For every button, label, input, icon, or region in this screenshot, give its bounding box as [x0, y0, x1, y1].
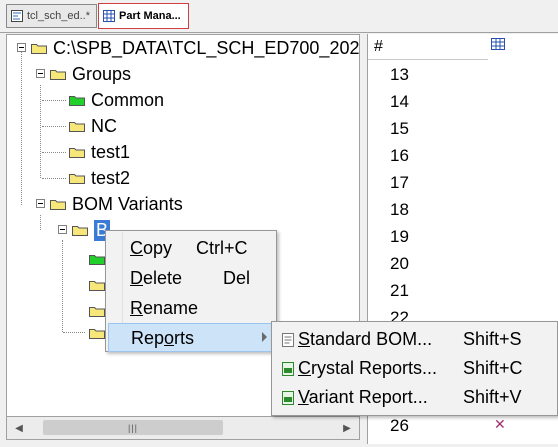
tree-node-groups-label: Groups: [72, 63, 132, 84]
reports-submenu: Standard BOM... Shift+S Crystal Reports.…: [271, 321, 558, 416]
folder-icon: [69, 122, 85, 132]
menu-item-label: Variant Report...: [298, 387, 428, 407]
grid-icon: [103, 10, 115, 22]
tree-node-bom-variants-label: BOM Variants: [72, 193, 183, 214]
tree-horizontal-scrollbar[interactable]: ◀ ||| ▶: [6, 416, 360, 440]
folder-icon: [89, 329, 105, 339]
grid-row-number[interactable]: 16: [390, 146, 450, 170]
tree-connector: [40, 215, 41, 230]
folder-icon: [69, 148, 85, 158]
scroll-left-icon[interactable]: ◀: [9, 417, 29, 439]
tree-collapse-toggle[interactable]: [36, 69, 45, 78]
tree-node-bom-variants[interactable]: BOM Variants: [50, 192, 183, 216]
menu-item-label: Reports: [131, 328, 195, 348]
tree-connector: [42, 100, 66, 101]
tree-node-group[interactable]: test2: [69, 166, 130, 190]
variant-report-icon: [282, 391, 294, 405]
grid-row-number[interactable]: 19: [390, 227, 450, 251]
tab-schematic-label: tcl_sch_ed..*: [27, 10, 90, 22]
tree-collapse-toggle[interactable]: [17, 43, 26, 52]
tab-part-manager-label: Part Mana...: [119, 10, 181, 22]
tree-connector: [40, 85, 41, 178]
tree-connector: [42, 126, 66, 127]
folder-icon: [69, 174, 85, 184]
tree-collapse-toggle[interactable]: [36, 199, 45, 208]
menu-item-shortcut: Shift+C: [463, 358, 523, 378]
tree-node-groups[interactable]: Groups: [50, 62, 131, 86]
tree-node-group-label: NC: [91, 115, 117, 136]
tree-connector: [62, 240, 63, 332]
menu-item-reports[interactable]: Reports: [108, 323, 274, 352]
tree-connector: [63, 332, 85, 333]
menu-item-label: Crystal Reports...: [298, 358, 438, 378]
menu-item-label: Standard BOM...: [298, 329, 433, 349]
folder-icon: [72, 226, 88, 236]
menu-item-label: Rename: [130, 298, 199, 318]
folder-icon: [89, 307, 105, 317]
tree-connector: [42, 152, 66, 153]
menu-item-copy[interactable]: Copy Ctrl+C: [108, 234, 274, 263]
context-menu: Copy Ctrl+C Delete Del Rename Reports: [105, 230, 277, 352]
schematic-icon: [11, 10, 23, 22]
grid-row-number[interactable]: 15: [390, 119, 450, 143]
menu-item-rename[interactable]: Rename: [108, 294, 274, 323]
grid-row-number[interactable]: 21: [390, 281, 450, 305]
tree-node-group[interactable]: NC: [69, 114, 117, 138]
document-tab-strip: tcl_sch_ed..* Part Mana...: [0, 0, 558, 33]
tree-node-group-label: test1: [91, 141, 131, 162]
tree-node-group[interactable]: Common: [69, 88, 164, 112]
tree-node-group-label: test2: [91, 167, 131, 188]
menu-item-shortcut: Del: [223, 268, 251, 288]
tree-node-group-label: Common: [91, 89, 165, 110]
menu-item-shortcut: Shift+V: [463, 387, 522, 407]
grid-row-number[interactable]: 13: [390, 65, 450, 89]
menu-item-crystal-reports[interactable]: Crystal Reports... Shift+C: [274, 354, 555, 383]
folder-icon: [89, 281, 105, 291]
grid-row-number[interactable]: 18: [390, 200, 450, 224]
submenu-arrow-icon: [262, 332, 267, 342]
menu-item-label: Delete: [130, 268, 183, 288]
tree-collapse-toggle[interactable]: [58, 225, 67, 234]
grid-row-number[interactable]: 26: [390, 416, 450, 440]
folder-icon: [69, 96, 85, 106]
grid-icon: [491, 38, 505, 50]
menu-item-shortcut: Shift+S: [463, 329, 522, 349]
menu-item-shortcut: Ctrl+C: [196, 238, 248, 258]
folder-icon: [31, 44, 47, 54]
scroll-right-icon[interactable]: ▶: [337, 417, 357, 439]
close-mark-icon: ✕: [494, 416, 506, 432]
menu-item-variant-report[interactable]: Variant Report... Shift+V: [274, 383, 555, 412]
menu-item-label: Copy: [130, 238, 173, 258]
menu-item-standard-bom[interactable]: Standard BOM... Shift+S: [274, 325, 555, 354]
grid-row-number[interactable]: 14: [390, 92, 450, 116]
tab-part-manager[interactable]: Part Mana...: [98, 3, 189, 29]
folder-icon: [50, 70, 66, 80]
grid-row-number[interactable]: 17: [390, 173, 450, 197]
scrollbar-thumb[interactable]: |||: [43, 420, 223, 435]
tree-root-label: C:\SPB_DATA\TCL_SCH_ED700_2024: [53, 37, 360, 58]
tree-node-group[interactable]: test1: [69, 140, 130, 164]
tree-root-node[interactable]: C:\SPB_DATA\TCL_SCH_ED700_2024: [31, 36, 360, 60]
crystal-report-icon: [282, 362, 294, 376]
report-icon: [282, 333, 294, 347]
menu-item-delete[interactable]: Delete Del: [108, 264, 274, 293]
folder-icon: [89, 255, 105, 265]
grid-row-number[interactable]: 20: [390, 254, 450, 278]
tab-schematic[interactable]: tcl_sch_ed..*: [6, 4, 97, 28]
folder-icon: [50, 200, 66, 210]
tree-connector: [42, 178, 66, 179]
tree-connector: [21, 47, 22, 205]
grid-column-header[interactable]: #: [368, 34, 488, 60]
